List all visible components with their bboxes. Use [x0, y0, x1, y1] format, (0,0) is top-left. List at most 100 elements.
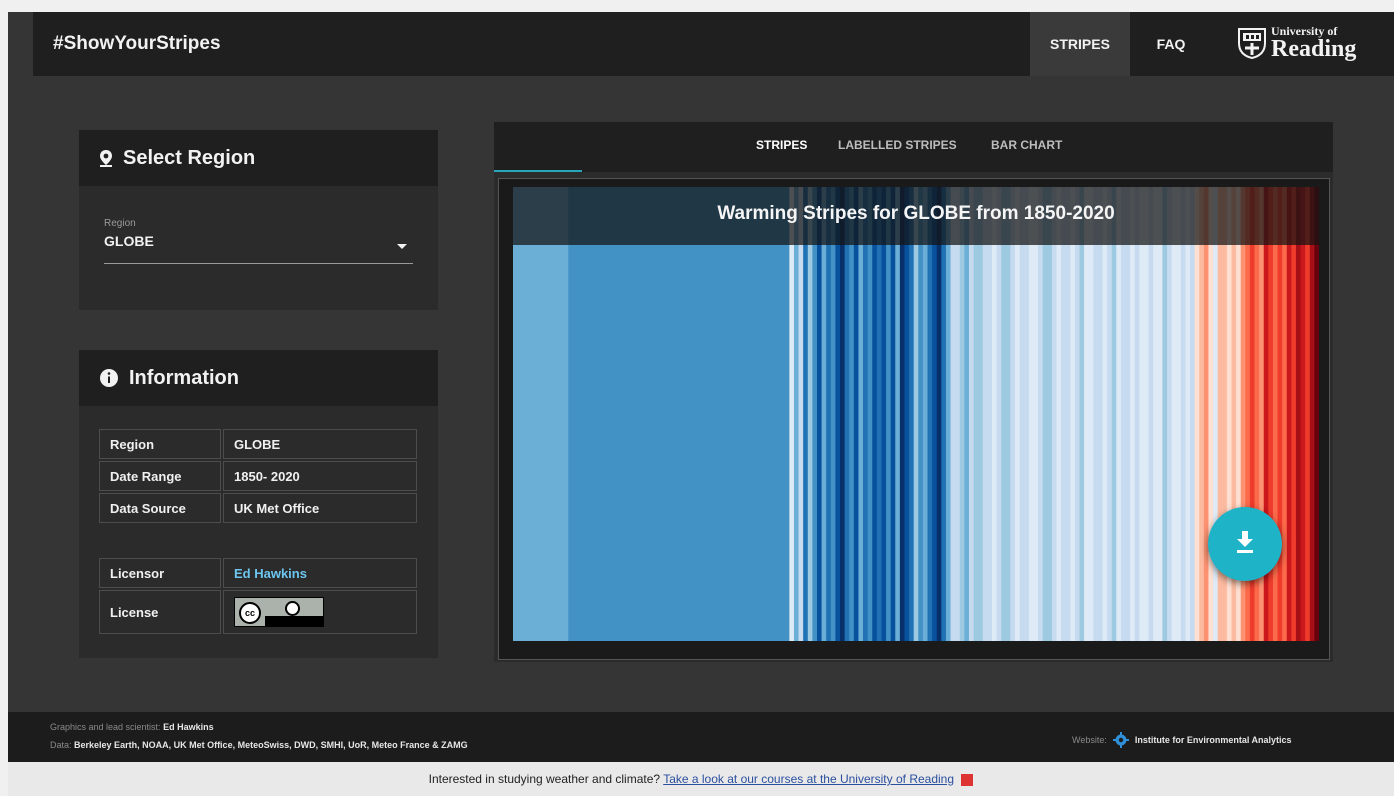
stripe-year: [618, 187, 625, 641]
stripe-year: [996, 187, 1002, 641]
footer-website-link[interactable]: Institute for Environmental Analytics: [1135, 735, 1292, 745]
stripe-year: [734, 187, 740, 641]
stripe-year: [1282, 187, 1288, 641]
info-key: Date Range: [99, 461, 221, 491]
stripe-year: [600, 187, 606, 641]
stripe-year: [899, 187, 906, 641]
footer: Graphics and lead scientist: Ed Hawkins …: [8, 712, 1394, 762]
tab-labelled-stripes[interactable]: LABELLED STRIPES: [838, 138, 957, 152]
stripe-year: [1300, 187, 1306, 641]
stripe-year: [1176, 187, 1182, 641]
table-row: Region GLOBE: [99, 429, 417, 459]
stripe-year: [545, 187, 551, 641]
stripe-year: [1143, 187, 1150, 641]
stripe-year: [863, 187, 869, 641]
stripe-year: [835, 187, 841, 641]
stripe-year: [830, 187, 836, 641]
top-nav-bar: #ShowYourStripes STRIPES FAQ University …: [33, 12, 1394, 76]
stripe-year: [1005, 187, 1012, 641]
stripe-year: [968, 187, 975, 641]
stripe-year: [715, 187, 721, 641]
stripe-year: [1291, 187, 1297, 641]
banner-text: Interested in studying weather and clima…: [428, 772, 661, 786]
licensor-label: Licensor: [99, 558, 221, 588]
stripe-year: [591, 187, 597, 641]
stripe-year: [1213, 187, 1219, 641]
footer-data-sources: Berkeley Earth, NOAA, UK Met Office, Met…: [74, 740, 468, 750]
footer-website-label: Website:: [1072, 735, 1107, 745]
stripe-year: [669, 187, 675, 641]
stripe-year: [1010, 187, 1016, 641]
stripe-year: [987, 187, 993, 641]
stripe-year: [747, 187, 754, 641]
tab-bar-chart[interactable]: BAR CHART: [991, 138, 1062, 152]
stripe-year: [609, 187, 615, 641]
courses-link[interactable]: Take a look at our courses at the Univer…: [663, 772, 954, 786]
stripe-year: [982, 187, 988, 641]
stripe-year: [559, 187, 565, 641]
footer-credit-name[interactable]: Ed Hawkins: [163, 722, 214, 732]
stripe-year: [1038, 187, 1044, 641]
stripe-year: [660, 187, 666, 641]
stripe-year: [1056, 187, 1062, 641]
stripe-year: [941, 187, 947, 641]
nav-stripes[interactable]: STRIPES: [1030, 12, 1130, 76]
stripe-year: [554, 187, 560, 641]
license-table: Licensor Ed Hawkins License cc: [97, 556, 419, 636]
tab-stripes[interactable]: STRIPES: [756, 138, 807, 152]
stripe-year: [674, 187, 680, 641]
stripe-year: [1093, 187, 1099, 641]
region-select[interactable]: Region GLOBE: [104, 218, 413, 264]
site-brand[interactable]: #ShowYourStripes: [53, 33, 221, 55]
stripe-year: [1047, 187, 1053, 641]
select-region-card: Select Region Region GLOBE: [79, 130, 438, 310]
licensor-link[interactable]: Ed Hawkins: [234, 566, 307, 581]
footer-data-label: Data:: [50, 740, 72, 750]
footer-website: Website: Institute for Environmental Ana…: [1072, 732, 1292, 748]
stripe-year: [752, 187, 758, 641]
stripe-year: [655, 187, 661, 641]
chevron-down-icon[interactable]: [397, 244, 407, 249]
badge-bar: [265, 616, 323, 626]
stripe-year: [1305, 187, 1311, 641]
stripe-year: [909, 187, 915, 641]
nav-faq[interactable]: FAQ: [1141, 12, 1201, 76]
stripe-year: [513, 187, 519, 641]
stripe-year: [526, 187, 533, 641]
stripe-year: [1208, 187, 1214, 641]
stripe-year: [1162, 187, 1168, 641]
stripe-year: [1024, 187, 1030, 641]
download-button[interactable]: [1208, 507, 1282, 581]
stripe-year: [568, 187, 574, 641]
stripe-year: [641, 187, 648, 641]
stripe-year: [522, 187, 528, 641]
stripe-year: [890, 187, 896, 641]
info-value: GLOBE: [223, 429, 417, 459]
stripe-year: [816, 187, 823, 641]
stripe-year: [536, 187, 542, 641]
book-icon: [961, 773, 974, 786]
by-attribution-icon: [285, 601, 300, 616]
stripe-year: [688, 187, 694, 641]
stripe-year: [651, 187, 657, 641]
stripe-year: [540, 187, 546, 641]
stripe-year: [1295, 187, 1302, 641]
stripe-year: [1309, 187, 1315, 641]
stripe-year: [720, 187, 726, 641]
stripe-year: [826, 187, 832, 641]
stripe-year: [1203, 187, 1210, 641]
stripe-year: [840, 187, 846, 641]
university-logo[interactable]: University of Reading: [1233, 21, 1368, 67]
stripe-year: [757, 187, 763, 641]
cc-by-license-badge[interactable]: cc: [234, 597, 324, 627]
stripe-year: [798, 187, 804, 641]
stripe-year: [844, 187, 850, 641]
table-row: License cc: [99, 590, 417, 634]
stripe-year: [895, 187, 901, 641]
stripe-year: [1268, 187, 1274, 641]
info-value: UK Met Office: [223, 493, 417, 523]
stripe-year: [1107, 187, 1113, 641]
stripe-year: [978, 187, 984, 641]
download-icon: [1237, 531, 1253, 553]
stripe-year: [927, 187, 933, 641]
